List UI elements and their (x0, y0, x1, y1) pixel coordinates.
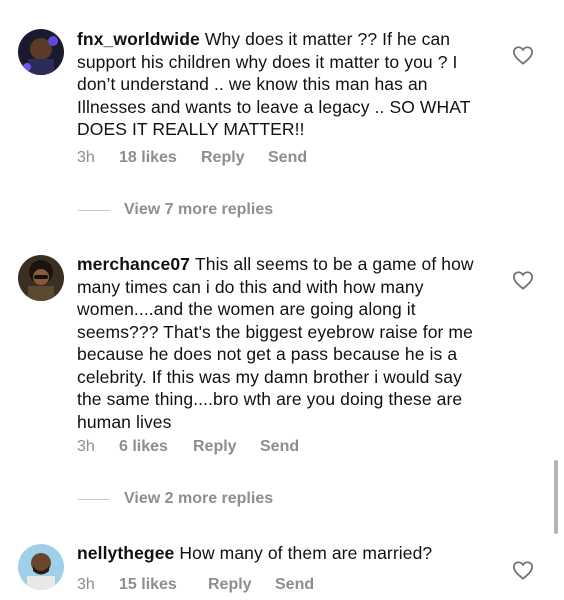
comment-username[interactable]: nellythegee (77, 543, 174, 563)
view-more-replies[interactable]: View 2 more replies (78, 490, 273, 508)
comment-body: How many of them are married? (179, 543, 433, 563)
reply-button[interactable]: Reply (201, 149, 268, 167)
send-button[interactable]: Send (268, 149, 307, 167)
view-more-replies[interactable]: View 7 more replies (78, 201, 273, 219)
comment-time: 3h (77, 438, 95, 455)
comment-time: 3h (77, 149, 95, 166)
comment-meta: 3h 6 likes Reply Send (77, 438, 299, 456)
send-button[interactable]: Send (275, 576, 314, 594)
comment-text: fnx_worldwide Why does it matter ?? If he… (77, 28, 489, 141)
view-more-label: View 7 more replies (124, 201, 274, 218)
comment-text: nellythegee How many of them are married? (77, 542, 489, 565)
heart-outline-icon[interactable] (512, 270, 534, 290)
comment-body: This all seems to be a game of how many … (77, 254, 474, 432)
view-more-label: View 2 more replies (124, 490, 274, 507)
comment-meta: 3h 15 likes Reply Send (77, 576, 314, 594)
comment-username[interactable]: fnx_worldwide (77, 29, 200, 49)
avatar[interactable] (18, 255, 64, 301)
heart-outline-icon[interactable] (512, 560, 534, 580)
comment-username[interactable]: merchance07 (77, 254, 190, 274)
send-button[interactable]: Send (260, 438, 299, 456)
divider-line (78, 498, 110, 500)
comment-meta: 3h 18 likes Reply Send (77, 149, 307, 167)
likes-count[interactable]: 15 likes (119, 576, 208, 594)
comment-time: 3h (77, 576, 95, 593)
reply-button[interactable]: Reply (193, 438, 260, 456)
likes-count[interactable]: 6 likes (119, 438, 193, 456)
scrollbar[interactable] (554, 460, 558, 534)
heart-outline-icon[interactable] (512, 45, 534, 65)
likes-count[interactable]: 18 likes (119, 149, 201, 167)
avatar[interactable] (18, 544, 64, 590)
avatar[interactable] (18, 29, 64, 75)
divider-line (78, 209, 110, 211)
comment-text: merchance07 This all seems to be a game o… (77, 253, 489, 433)
reply-button[interactable]: Reply (208, 576, 275, 594)
